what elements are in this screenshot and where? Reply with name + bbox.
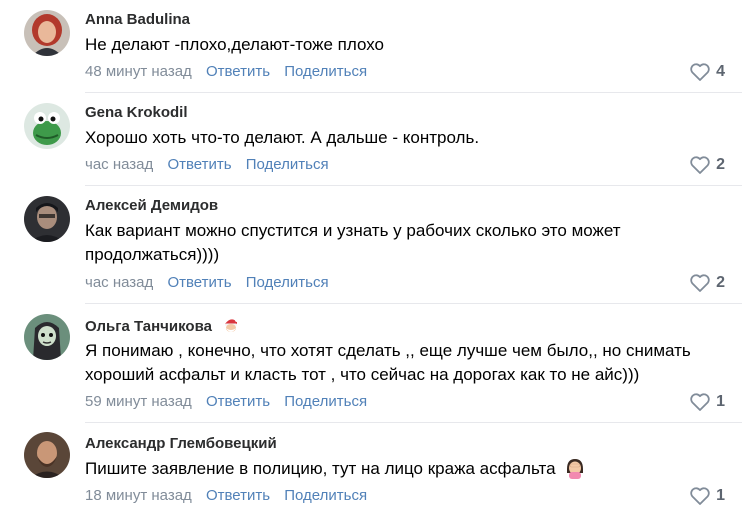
share-button[interactable]: Поделиться [246, 156, 329, 173]
cartoon-girl-icon [24, 314, 70, 360]
like-button[interactable]: 2 [690, 273, 725, 293]
comment-text: Я понимаю , конечно, что хотят сделать ,… [85, 341, 691, 384]
like-count: 1 [716, 393, 725, 410]
avatar[interactable] [24, 196, 70, 242]
reply-button[interactable]: Ответить [206, 393, 270, 410]
comment-text: Как вариант можно спустится и узнать у р… [85, 221, 621, 264]
like-button[interactable]: 2 [690, 155, 725, 175]
avatar[interactable] [24, 103, 70, 149]
share-button[interactable]: Поделиться [284, 487, 367, 504]
comment-time[interactable]: 48 минут назад [85, 63, 192, 80]
like-count: 2 [716, 274, 725, 291]
comment-meta: 18 минут назад Ответить Поделиться [85, 487, 367, 505]
comment-time[interactable]: 18 минут назад [85, 487, 192, 504]
comment-author-name: Ольга Танчикова [85, 318, 212, 335]
share-button[interactable]: Поделиться [284, 63, 367, 80]
share-button[interactable]: Поделиться [246, 274, 329, 291]
comment-author[interactable]: Ольга Танчикова [85, 316, 240, 336]
like-count: 4 [716, 63, 725, 80]
reply-button[interactable]: Ответить [167, 274, 231, 291]
comment-text-content: Пишите заявление в полицию, тут на лицо … [85, 459, 556, 478]
avatar[interactable] [24, 10, 70, 56]
like-count: 2 [716, 156, 725, 173]
like-count: 1 [716, 487, 725, 504]
comment-author[interactable]: Anna Badulina [85, 11, 190, 29]
heart-icon [690, 274, 710, 292]
comment-time[interactable]: час назад [85, 156, 153, 173]
comment-list: Anna Badulina Не делают -плохо,делают-то… [0, 0, 742, 519]
user-photo-icon [24, 10, 70, 56]
user-photo-icon [24, 196, 70, 242]
comment-author[interactable]: Александр Глембовецкий [85, 435, 277, 453]
avatar[interactable] [24, 314, 70, 360]
crocodile-icon [24, 103, 70, 149]
reply-button[interactable]: Ответить [167, 156, 231, 173]
divider [85, 422, 742, 423]
comment-meta: час назад Ответить Поделиться [85, 156, 329, 174]
heart-icon [690, 393, 710, 411]
user-photo-icon [24, 432, 70, 478]
share-button[interactable]: Поделиться [284, 393, 367, 410]
santa-emoji-icon [225, 318, 240, 332]
comment-meta: час назад Ответить Поделиться [85, 274, 329, 292]
divider [85, 92, 742, 93]
comment-text: Не делают -плохо,делают-тоже плохо [85, 35, 385, 54]
comment-meta: 59 минут назад Ответить Поделиться [85, 393, 367, 411]
comment-author[interactable]: Gena Krokodil [85, 104, 188, 122]
heart-icon [690, 487, 710, 505]
like-button[interactable]: 4 [690, 62, 725, 82]
comment-text: Хорошо хоть что-то делают. А дальше - ко… [85, 128, 480, 147]
like-button[interactable]: 1 [690, 392, 725, 412]
divider [85, 185, 742, 186]
comment-text: Пишите заявление в полицию, тут на лицо … [85, 457, 725, 481]
comment-author[interactable]: Алексей Демидов [85, 197, 218, 215]
facepalm-woman-emoji [567, 459, 584, 479]
heart-icon [690, 63, 710, 81]
like-button[interactable]: 1 [690, 486, 725, 506]
reply-button[interactable]: Ответить [206, 63, 270, 80]
comment-time[interactable]: час назад [85, 274, 153, 291]
comment-time[interactable]: 59 минут назад [85, 393, 192, 410]
divider [85, 303, 742, 304]
avatar[interactable] [24, 432, 70, 478]
comment-meta: 48 минут назад Ответить Поделиться [85, 63, 367, 81]
reply-button[interactable]: Ответить [206, 487, 270, 504]
heart-icon [690, 156, 710, 174]
